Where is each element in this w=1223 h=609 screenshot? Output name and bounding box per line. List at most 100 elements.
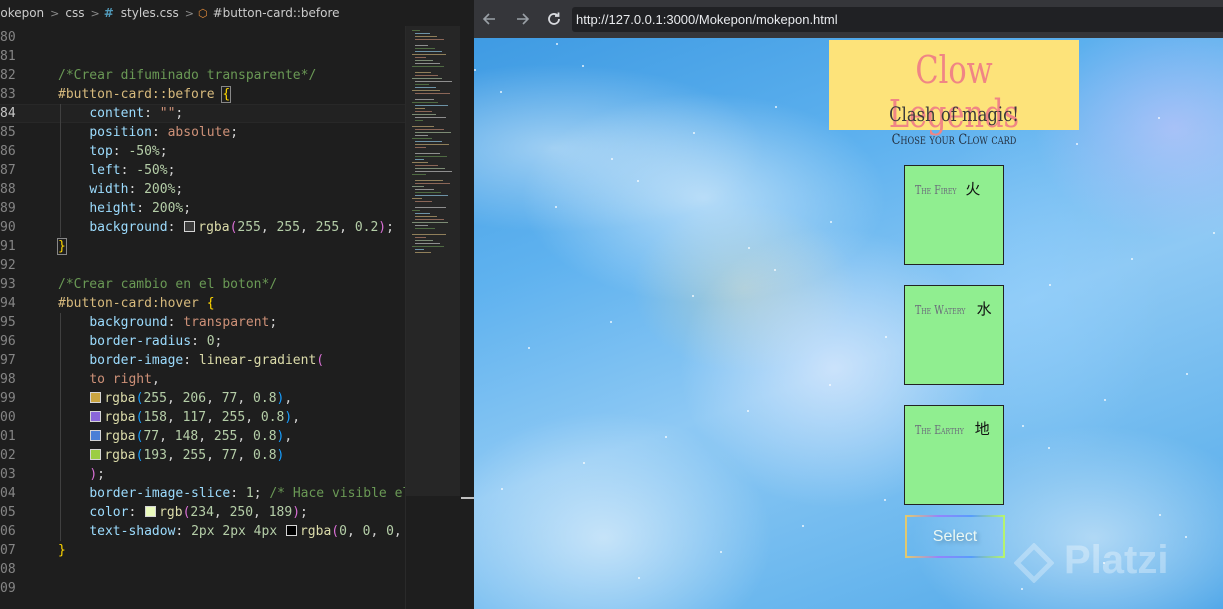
editor-scrollbar[interactable]	[461, 497, 474, 499]
sparkle	[1213, 232, 1215, 234]
reload-icon	[548, 12, 560, 25]
card-watery[interactable]: The Watery 水	[904, 285, 1004, 385]
line-number: 01	[0, 429, 16, 444]
minimap-line	[415, 183, 450, 184]
minimap-line	[415, 147, 426, 148]
back-button[interactable]	[480, 9, 500, 29]
card-label: The Watery 水	[915, 298, 992, 319]
minimap-line	[415, 129, 444, 130]
line-number: 09	[0, 581, 16, 596]
code-line[interactable]: 92	[0, 256, 405, 275]
code-line[interactable]: 83 #button-card::before {	[0, 85, 405, 104]
code-line[interactable]: 07}	[0, 541, 405, 560]
line-number: 02	[0, 448, 16, 463]
sparkle	[1158, 117, 1160, 119]
card-firey[interactable]: The Firey 火	[904, 165, 1004, 265]
minimap-line	[415, 156, 447, 157]
minimap-line	[415, 243, 440, 244]
code-line[interactable]: 80	[0, 28, 405, 47]
line-number: 08	[0, 562, 16, 577]
minimap-line	[415, 252, 431, 253]
minimap-line	[415, 135, 428, 136]
sparkle	[1076, 143, 1078, 145]
breadcrumb: Mokepon > css > # styles.css > ⬡ #button…	[0, 0, 460, 26]
code-editor[interactable]: Mokepon > css > # styles.css > ⬡ #button…	[0, 0, 460, 609]
minimap-slider[interactable]	[406, 26, 460, 496]
minimap-line	[415, 141, 442, 142]
minimap-line	[415, 168, 445, 169]
code-line[interactable]: 91}	[0, 237, 405, 256]
minimap[interactable]	[405, 26, 460, 609]
card-kanji: 火	[965, 180, 981, 198]
minimap-line	[415, 105, 448, 106]
forward-button[interactable]	[512, 9, 532, 29]
card-name: The Watery	[915, 303, 966, 317]
minimap-line	[415, 195, 448, 196]
minimap-line	[412, 54, 446, 55]
card-label: The Firey 火	[915, 178, 980, 199]
platzi-watermark: Platzi	[1064, 538, 1169, 582]
minimap-line	[412, 198, 422, 199]
line-number: 89	[0, 201, 16, 216]
minimap-line	[412, 66, 444, 67]
sparkle	[692, 295, 694, 297]
line-number: 96	[0, 334, 16, 349]
breadcrumb-symbol[interactable]: #button-card::before	[211, 6, 342, 20]
minimap-line	[415, 201, 432, 202]
line-number: 87	[0, 163, 16, 178]
minimap-line	[415, 48, 435, 49]
browser-toolbar: http://127.0.0.1:3000/Mokepon/mokepon.ht…	[474, 0, 1223, 38]
sparkle	[1159, 514, 1161, 516]
code-text: background: transparent;	[89, 315, 278, 330]
code-text: to right,	[89, 372, 160, 387]
breadcrumb-folder-mokepon[interactable]: Mokepon	[0, 6, 46, 20]
sparkle	[1104, 399, 1106, 401]
sparkle	[802, 525, 804, 527]
minimap-line	[415, 45, 428, 46]
reload-button[interactable]	[544, 9, 564, 29]
code-line[interactable]: 82 /*Crear difuminado transparente*/	[0, 66, 405, 85]
code-line[interactable]: 81	[0, 47, 405, 66]
minimap-line	[415, 189, 434, 190]
breadcrumb-folder-css[interactable]: css	[63, 6, 86, 20]
minimap-line	[415, 33, 430, 34]
url-text: http://127.0.0.1:3000/Mokepon/mokepon.ht…	[576, 12, 838, 27]
minimap-line	[415, 81, 452, 82]
code-text: color: rgb(234, 250, 189);	[89, 505, 308, 520]
arrow-left-icon	[482, 13, 495, 25]
code-area[interactable]: 80 81 82/*Crear difuminado transparente*/8…	[0, 26, 410, 609]
sparkle	[501, 488, 503, 490]
line-number: 00	[0, 410, 16, 425]
minimap-line	[412, 234, 446, 235]
platzi-logo-icon	[1014, 543, 1054, 583]
breadcrumb-file-styles[interactable]: styles.css	[119, 6, 181, 20]
minimap-line	[415, 108, 425, 109]
sparkle	[830, 221, 832, 223]
line-number: 86	[0, 144, 16, 159]
sparkle	[474, 69, 476, 71]
sparkle	[528, 347, 530, 349]
page-viewport: Clow Legends Clash of magic! Chose your …	[474, 38, 1223, 609]
css-file-icon: #	[103, 6, 114, 20]
code-line[interactable]: 09	[0, 579, 405, 598]
address-bar[interactable]: http://127.0.0.1:3000/Mokepon/mokepon.ht…	[572, 7, 1223, 32]
line-number: 97	[0, 353, 16, 368]
code-text: text-shadow: 2px 2px 4px rgba(0, 0, 0,	[89, 524, 402, 539]
minimap-line	[415, 180, 443, 181]
select-button[interactable]: Select	[905, 515, 1005, 558]
line-number: 07	[0, 543, 16, 558]
sparkle	[610, 321, 612, 323]
sparkle	[884, 499, 886, 501]
sparkle	[1022, 425, 1024, 427]
minimap-line	[415, 228, 435, 229]
code-text: }	[58, 543, 66, 558]
card-earthy[interactable]: The Earthy 地	[904, 405, 1004, 505]
sparkle	[1131, 258, 1133, 260]
code-line[interactable]: 93 /*Crear cambio en el boton*/	[0, 275, 405, 294]
minimap-line	[415, 249, 424, 250]
minimap-line	[415, 216, 437, 217]
line-number: 92	[0, 258, 16, 273]
code-line[interactable]: 94 #button-card:hover {	[0, 294, 405, 313]
choose-card-prompt: Chose your Clow card	[891, 132, 1017, 148]
code-line[interactable]: 08	[0, 560, 405, 579]
